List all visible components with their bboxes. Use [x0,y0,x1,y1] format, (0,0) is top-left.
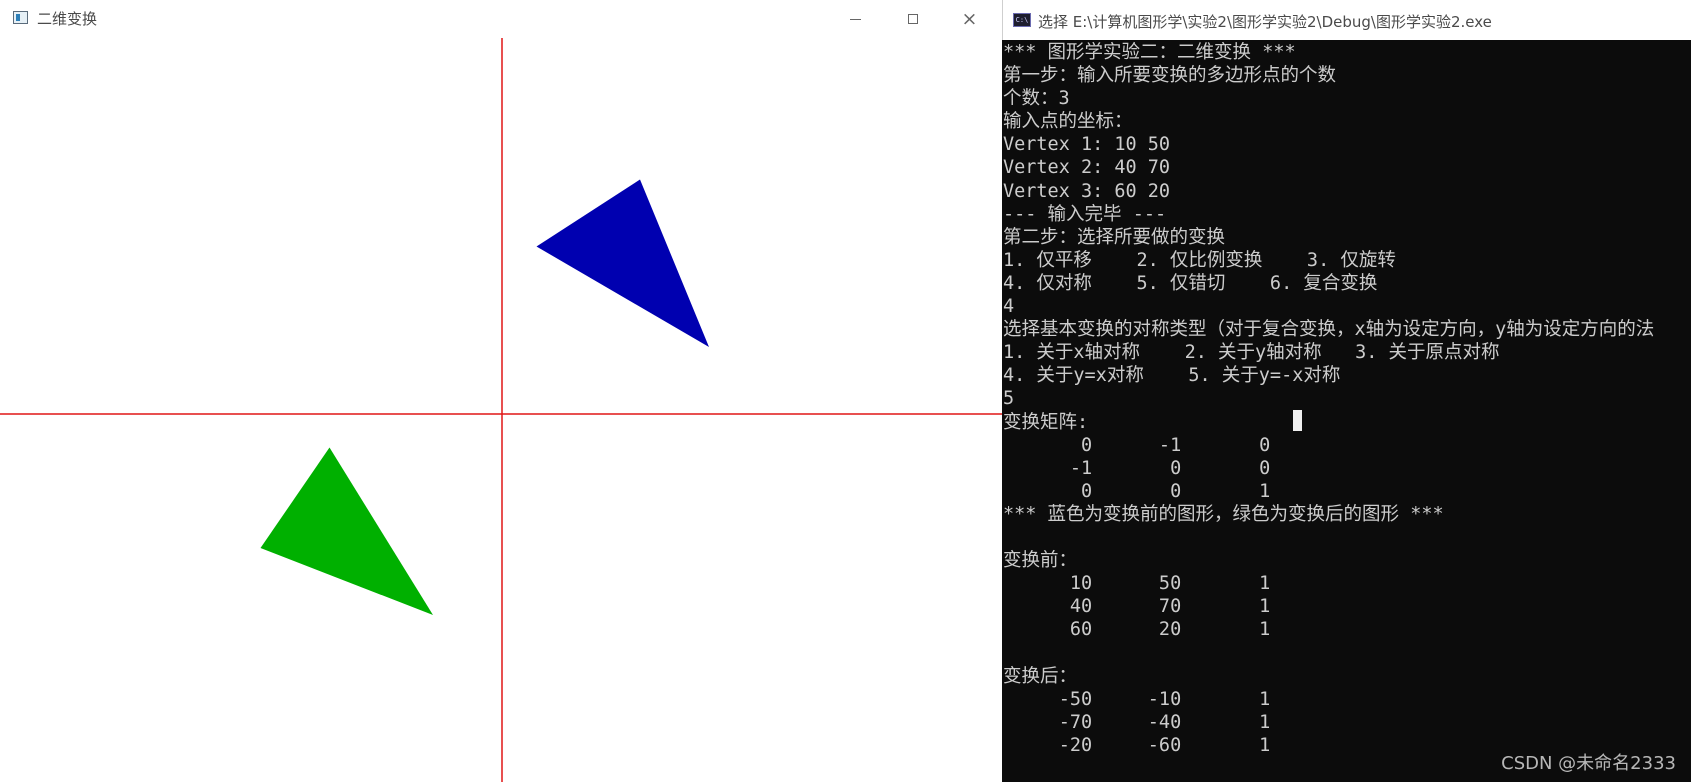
maximize-icon [907,14,918,24]
console-line: 1. 关于x轴对称 2. 关于y轴对称 3. 关于原点对称 [1003,342,1500,364]
console-titlebar[interactable]: C:\ 选择 E:\计算机图形学\实验2\图形学实验2\Debug\图形学实验2… [1002,0,1691,40]
console-line: --- 输入完毕 --- [1003,203,1167,225]
console-line: 0 0 1 [1003,480,1271,502]
console-line: Vertex 1: 10 50 [1003,134,1171,156]
minimize-button[interactable] [827,0,884,38]
original-triangle [536,179,709,347]
console-line: 变换前： [1003,550,1078,572]
console-output[interactable]: *** 图形学实验二：二维变换 *** 第一步：输入所要变换的多边形点的个数 个数：… [1002,40,1691,782]
console-line: 4. 仅对称 5. 仅错切 6. 复合变换 [1003,272,1378,294]
graphics-window-title: 二维变换 [37,10,98,28]
console-line: 4. 关于y=x对称 5. 关于y=-x对称 [1003,365,1341,387]
console-line: -70 -40 1 [1003,711,1271,733]
console-line: 40 70 1 [1003,596,1271,618]
graphics-window: 二维变换 × [0,0,1004,782]
console-line: Vertex 2: 40 70 [1003,157,1171,179]
watermark: CSDN @未命名2333 [1501,753,1676,774]
console-line: 60 20 1 [1003,619,1271,641]
text-cursor [1293,410,1302,431]
console-line: 变换矩阵: [1003,411,1089,433]
minimize-icon [850,18,861,20]
console-line: 1. 仅平移 2. 仅比例变换 3. 仅旋转 [1003,249,1396,271]
console-line: 输入点的坐标： [1003,111,1133,133]
drawing-canvas [0,38,1003,782]
console-line: -1 0 0 [1003,457,1271,479]
console-line: 第一步：输入所要变换的多边形点的个数 [1003,65,1337,87]
console-line: -50 -10 1 [1003,688,1271,710]
console-line: *** 蓝色为变换前的图形，绿色为变换后的图形 *** [1003,503,1444,525]
console-line: 0 -1 0 [1003,434,1271,456]
transformed-triangle [260,447,433,615]
console-window: C:\ 选择 E:\计算机图形学\实验2\图形学实验2\Debug\图形学实验2… [1002,0,1691,782]
console-line: 选择基本变换的对称类型（对于复合变换，x轴为设定方向，y轴为设定方向的法 [1003,319,1655,341]
console-lines: *** 图形学实验二：二维变换 *** 第一步：输入所要变换的多边形点的个数 个数：… [1003,41,1654,757]
maximize-button[interactable] [884,0,941,38]
console-line: 个数：3 [1003,88,1070,110]
console-app-icon: C:\ [1013,13,1031,27]
console-line: 第二步：选择所要做的变换 [1003,226,1226,248]
console-window-title: 选择 E:\计算机图形学\实验2\图形学实验2\Debug\图形学实验2.exe [1038,13,1492,31]
console-line: 变换后： [1003,665,1078,687]
close-icon: × [961,7,978,30]
console-line: 5 [1003,388,1015,410]
console-line: 10 50 1 [1003,573,1271,595]
graphics-titlebar[interactable]: 二维变换 × [0,0,1003,38]
console-line: Vertex 3: 60 20 [1003,180,1171,202]
close-button[interactable]: × [941,0,998,38]
console-line: 4 [1003,296,1015,318]
console-line: *** 图形学实验二：二维变换 *** [1003,42,1296,63]
app-window-icon [13,11,28,24]
